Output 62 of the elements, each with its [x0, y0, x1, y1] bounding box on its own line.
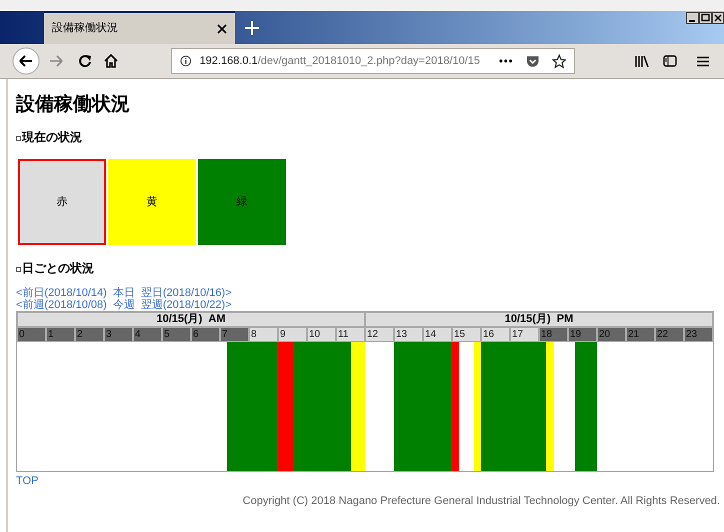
hour-cell: 9	[278, 327, 307, 342]
hour-cell: 23	[684, 327, 713, 342]
minimize-icon[interactable]	[686, 12, 699, 24]
browser-tab[interactable]: 設備稼働状況	[44, 11, 235, 44]
reload-icon[interactable]	[78, 54, 92, 68]
hour-cell: 0	[17, 327, 46, 342]
nav-link[interactable]: 翌週(2018/10/22)>	[140, 299, 232, 311]
library-icon[interactable]	[635, 54, 649, 68]
address-field[interactable]: 192.168.0.1/dev/gantt_20181010_2.php?day=2018/10/15	[171, 48, 575, 74]
hour-cell: 21	[626, 327, 655, 342]
hour-cell: 22	[655, 327, 684, 342]
hour-cell: 4	[133, 327, 162, 342]
hour-cell: 20	[597, 327, 626, 342]
home-icon[interactable]	[104, 54, 118, 68]
hour-cell: 8	[249, 327, 278, 342]
forward-icon[interactable]	[48, 54, 64, 68]
section-heading: 現在の状況	[22, 129, 82, 146]
nav-link[interactable]: 翌日(2018/10/16)>	[140, 287, 232, 299]
star-icon[interactable]	[552, 54, 566, 68]
nav-link[interactable]: 本日	[112, 287, 135, 299]
status-lamp: 赤	[18, 159, 106, 245]
back-icon[interactable]	[12, 47, 40, 75]
hour-cell: 14	[423, 327, 452, 342]
shield-icon[interactable]	[526, 54, 540, 68]
hour-cell: 3	[104, 327, 133, 342]
hour-cell: 7	[220, 327, 249, 342]
copyright-text: Copyright (C) 2018 Nagano Prefecture General Industrial Technology Center. All Rights Reserved.	[242, 494, 720, 509]
menu-icon[interactable]	[697, 56, 709, 66]
hour-cell: 13	[394, 327, 423, 342]
maximize-icon[interactable]	[699, 12, 712, 24]
hour-cell: 6	[191, 327, 220, 342]
top-link[interactable]: TOP	[16, 473, 38, 490]
sidebar-icon[interactable]	[663, 55, 677, 67]
close-icon[interactable]	[712, 12, 724, 24]
hour-cell: 18	[539, 327, 568, 342]
page-title: 設備稼働状況	[16, 93, 131, 117]
new-tab-icon[interactable]	[245, 20, 259, 34]
period-header: 10/15(月) PM	[365, 312, 713, 327]
more-icon[interactable]	[498, 59, 512, 63]
period-header: 10/15(月) AM	[17, 312, 365, 327]
section-heading: 日ごとの状況	[22, 260, 94, 277]
hour-cell: 10	[307, 327, 336, 342]
status-lamp: 緑	[198, 159, 286, 245]
tab-title: 設備稼働状況	[52, 21, 119, 36]
hour-cell: 5	[162, 327, 191, 342]
hour-cell: 2	[75, 327, 104, 342]
nav-link[interactable]: <前日(2018/10/14)	[16, 287, 107, 299]
url-text: 192.168.0.1/dev/gantt_20181010_2.php?day=2018/10/15	[200, 54, 482, 69]
hour-cell: 12	[365, 327, 394, 342]
hour-cell: 19	[568, 327, 597, 342]
hour-cell: 15	[452, 327, 481, 342]
square-icon	[16, 136, 21, 141]
nav-link[interactable]: <前週(2018/10/08)	[16, 299, 107, 311]
square-icon	[16, 267, 21, 272]
hour-cell: 16	[481, 327, 510, 342]
hour-cell: 11	[336, 327, 365, 342]
status-lamp: 黄	[108, 159, 196, 245]
hour-cell: 17	[510, 327, 539, 342]
close-icon[interactable]	[217, 24, 227, 34]
hour-cell: 1	[46, 327, 75, 342]
nav-link[interactable]: 今週	[112, 299, 135, 311]
info-icon[interactable]	[180, 55, 192, 67]
